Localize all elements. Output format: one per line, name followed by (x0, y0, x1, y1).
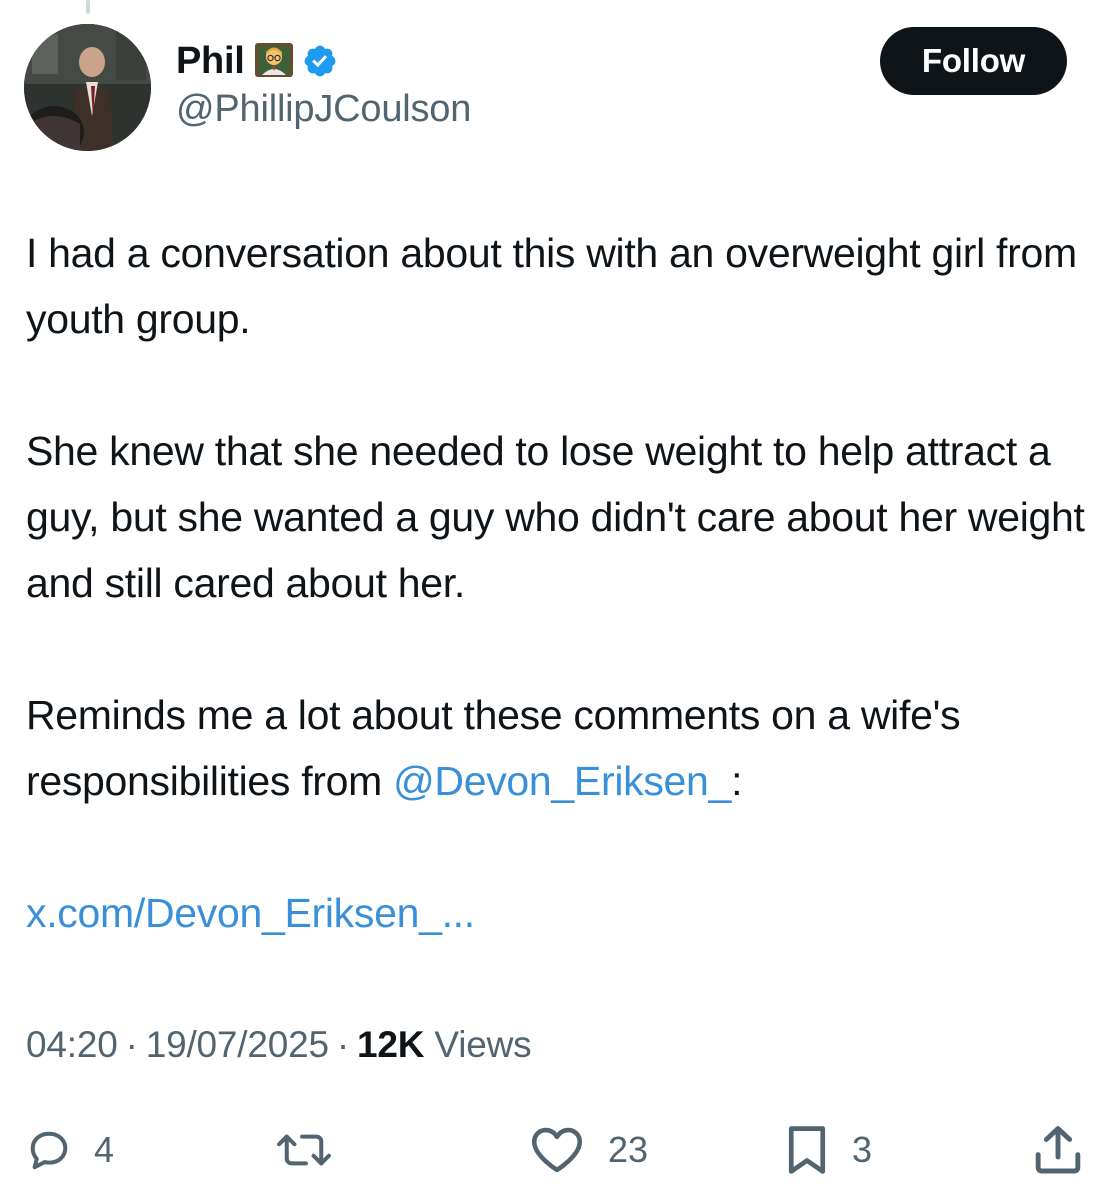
action-bar: 4 23 3 (0, 1118, 1115, 1182)
tweet-paragraph: I had a conversation about this with an … (26, 230, 1077, 342)
external-link[interactable]: x.com/Devon_Eriksen_... (26, 890, 475, 936)
share-icon (1035, 1126, 1081, 1174)
heart-icon (531, 1127, 583, 1173)
follow-button[interactable]: Follow (880, 27, 1067, 95)
tweet-paragraph: x.com/Devon_Eriksen_... (26, 880, 1096, 946)
avatar-photo (24, 24, 151, 151)
reply-icon (30, 1131, 68, 1170)
like-button[interactable]: 23 (528, 1118, 648, 1182)
reply-button[interactable]: 4 (26, 1118, 114, 1182)
thread-connector-line (86, 0, 90, 14)
bookmark-icon (788, 1126, 826, 1174)
bookmark-count: 3 (852, 1129, 873, 1170)
bookmark-button[interactable]: 3 (784, 1118, 872, 1182)
mention-link[interactable]: @Devon_Eriksen_ (393, 758, 731, 804)
like-count: 23 (608, 1129, 649, 1170)
tweet-text: I had a conversation about this with an … (26, 220, 1096, 946)
tweet-time[interactable]: 04:20 (26, 1024, 118, 1065)
teacher-emoji-icon (254, 41, 294, 81)
separator-dot: · (336, 1024, 350, 1065)
tweet-meta: 04:20 · 19/07/2025 · 12K Views (26, 1024, 532, 1066)
retweet-icon (277, 1134, 331, 1166)
tweet-date[interactable]: 19/07/2025 (146, 1024, 329, 1065)
tweet-paragraph: She knew that she needed to lose weight … (26, 428, 1085, 606)
avatar[interactable] (24, 24, 151, 151)
share-button[interactable] (1030, 1118, 1086, 1182)
reply-count: 4 (94, 1129, 115, 1170)
verified-badge-icon (302, 43, 338, 79)
tweet-paragraph: Reminds me a lot about these comments on… (26, 682, 1096, 814)
tweet-paragraph-suffix: : (731, 758, 743, 804)
retweet-button[interactable] (272, 1118, 358, 1182)
views-label: Views (434, 1024, 532, 1065)
separator-dot: · (125, 1024, 138, 1065)
views-count: 12K (357, 1024, 425, 1065)
display-name[interactable]: Phil (176, 40, 245, 83)
